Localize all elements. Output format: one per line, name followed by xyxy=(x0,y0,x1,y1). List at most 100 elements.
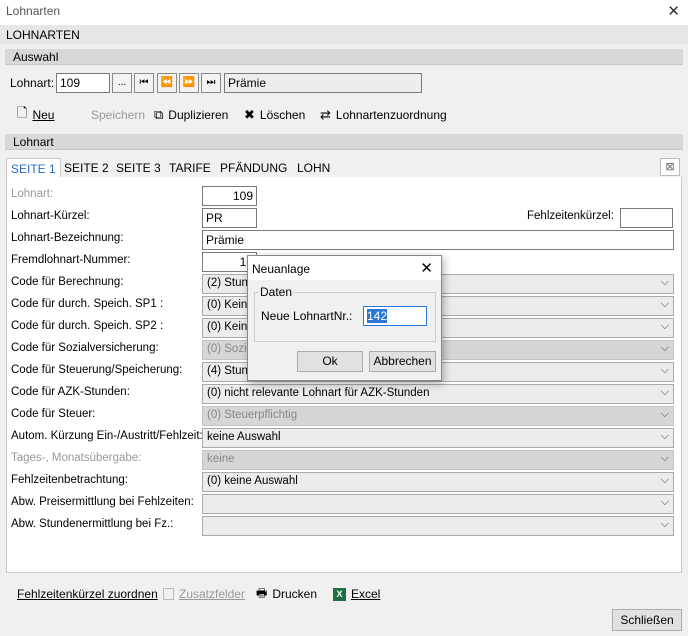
fehlzeiten-label: Fehlzeitenkürzel: xyxy=(527,210,614,222)
stundenermittlung-select[interactable]: ⌵ xyxy=(202,516,674,536)
loeschen-button[interactable]: ✖ Löschen xyxy=(244,106,305,124)
autom-kuerzung-select[interactable]: keine Auswahl ⌵ xyxy=(202,428,674,448)
ok-button[interactable]: Ok xyxy=(297,351,363,372)
chevron-down-icon: ⌵ xyxy=(660,342,669,354)
section-lohnart: Lohnart xyxy=(5,134,683,150)
neu-button[interactable]: 🗋 Neu xyxy=(17,105,55,124)
tab-seite-2[interactable]: SEITE 2 xyxy=(60,158,113,178)
neue-lohnartnr-label: Neue LohnartNr.: xyxy=(261,309,353,323)
section-title: Auswahl xyxy=(13,50,59,64)
bezeichnung-label: Lohnart-Bezeichnung: xyxy=(11,232,124,244)
chevron-down-icon: ⌵ xyxy=(660,474,669,486)
speichern-label: Speichern xyxy=(91,108,146,122)
speichern-button[interactable]: Speichern xyxy=(91,106,145,124)
section-title: Lohnart xyxy=(13,135,54,149)
first-record-icon[interactable]: ⏮ xyxy=(134,73,154,93)
chevron-down-icon: ⌵ xyxy=(660,430,669,442)
select-value: (0) keine Auswahl xyxy=(207,475,298,487)
row-label: Code für AZK-Stunden: xyxy=(11,386,130,398)
select-value: keine xyxy=(207,453,235,465)
window-title: Lohnarten xyxy=(6,4,61,18)
duplicate-icon: ⧉ xyxy=(154,107,164,122)
lohnartenzuordnung-label: Lohnartenzuordnung xyxy=(335,108,447,122)
lohnart-name-display: Prämie xyxy=(224,73,422,93)
printer-icon: 🖶 xyxy=(256,585,268,600)
neuanlage-dialog: Neuanlage ✕ Daten Neue LohnartNr.: 142 O… xyxy=(247,255,442,381)
chevron-down-icon: ⌵ xyxy=(660,518,669,530)
last-record-icon[interactable]: ⏭ xyxy=(201,73,221,93)
row-label: Code für Steuerung/Speicherung: xyxy=(11,364,183,376)
duplizieren-button[interactable]: ⧉ Duplizieren xyxy=(154,106,228,124)
tab-seite-3[interactable]: SEITE 3 xyxy=(112,158,165,178)
fehlzeitenkuerzel-zuordnen-button[interactable]: Fehlzeitenkürzel zuordnen xyxy=(17,585,158,603)
chevron-down-icon: ⌵ xyxy=(660,364,669,376)
section-auswahl: Auswahl xyxy=(5,49,683,65)
drucken-button[interactable]: 🖶 Drucken xyxy=(256,585,317,603)
kuerzel-label: Lohnart-Kürzel: xyxy=(11,210,90,222)
schliessen-button[interactable]: Schließen xyxy=(612,609,682,631)
next-record-icon[interactable]: ⏩ xyxy=(179,73,199,93)
page-header: LOHNARTEN xyxy=(0,24,688,44)
tab-tarife[interactable]: TARIFE xyxy=(165,158,215,178)
shuffle-icon: ⇄ xyxy=(320,107,331,122)
chevron-down-icon: ⌵ xyxy=(660,408,669,420)
close-icon[interactable]: ✕ xyxy=(420,259,433,277)
tab-seite-1[interactable]: SEITE 1 xyxy=(6,158,61,178)
neu-label: Neu xyxy=(32,108,55,122)
fehlzeiten-input[interactable] xyxy=(620,208,673,228)
form-lohnart-input[interactable]: 109 xyxy=(202,186,257,206)
code-steuer-select: (0) Steuerpflichtig ⌵ xyxy=(202,406,674,426)
chevron-down-icon: ⌵ xyxy=(660,386,669,398)
tab-pfaendung[interactable]: PFÄNDUNG xyxy=(216,158,291,178)
row-label: Tages-, Monatsübergabe: xyxy=(11,452,142,464)
fehlzeiten-zuordnen-label: Fehlzeitenkürzel zuordnen xyxy=(17,587,158,601)
previous-record-icon[interactable]: ⏪ xyxy=(157,73,177,93)
chevron-down-icon: ⌵ xyxy=(660,452,669,464)
tages-monatsuebergabe-select: keine ⌵ xyxy=(202,450,674,470)
new-document-icon: 🗋 xyxy=(17,105,28,120)
drucken-label: Drucken xyxy=(272,587,318,601)
title-bar: Lohnarten ✕ xyxy=(0,0,688,24)
close-icon[interactable]: ✕ xyxy=(667,2,680,20)
panel-close-icon[interactable]: ⊠ xyxy=(660,158,680,176)
chevron-down-icon: ⌵ xyxy=(660,276,669,288)
kuerzel-input[interactable]: PR xyxy=(202,208,257,228)
excel-label: Excel xyxy=(351,587,381,601)
excel-button[interactable]: X Excel xyxy=(333,585,380,603)
dialog-title-bar: Neuanlage ✕ xyxy=(248,256,441,280)
browse-button[interactable]: ... xyxy=(112,73,132,93)
loeschen-label: Löschen xyxy=(259,108,306,122)
duplizieren-label: Duplizieren xyxy=(168,108,229,122)
lohnartenzuordnung-button[interactable]: ⇄ Lohnartenzuordnung xyxy=(320,106,447,124)
group-title: Daten xyxy=(258,285,295,299)
row-label: Code für Berechnung: xyxy=(11,276,124,288)
row-label: Code für durch. Speich. SP2 : xyxy=(11,320,164,332)
fehlzeitenbetrachtung-select[interactable]: (0) keine Auswahl ⌵ xyxy=(202,472,674,492)
row-label: Code für durch. Speich. SP1 : xyxy=(11,298,164,310)
row-label: Fehlzeitenbetrachtung: xyxy=(11,474,128,486)
bezeichnung-input[interactable]: Prämie xyxy=(202,230,674,250)
abbrechen-button[interactable]: Abbrechen xyxy=(369,351,436,372)
lohnart-number-input[interactable]: 109 xyxy=(56,73,110,93)
zusatzfelder-label: Zusatzfelder xyxy=(179,587,246,601)
form-lohnart-label: Lohnart: xyxy=(11,188,54,200)
row-label: Autom. Kürzung Ein-/Austritt/Fehlzeit: xyxy=(11,430,203,442)
chevron-down-icon: ⌵ xyxy=(660,320,669,332)
chevron-down-icon: ⌵ xyxy=(660,298,669,310)
select-value: (0) nicht relevante Lohnart für AZK-Stun… xyxy=(207,387,430,399)
zusatzfelder-button[interactable]: Zusatzfelder xyxy=(163,585,245,603)
dialog-title: Neuanlage xyxy=(252,262,311,276)
selected-value: 142 xyxy=(367,309,388,323)
row-label: Abw. Preisermittlung bei Fehlzeiten: xyxy=(11,496,194,508)
code-azk-select[interactable]: (0) nicht relevante Lohnart für AZK-Stun… xyxy=(202,384,674,404)
preisermittlung-select[interactable]: ⌵ xyxy=(202,494,674,514)
row-label: Abw. Stundenermittlung bei Fz.: xyxy=(11,518,174,530)
select-value: (0) Steuerpflichtig xyxy=(207,409,298,421)
checkbox-icon xyxy=(163,588,174,600)
delete-x-icon: ✖ xyxy=(244,107,255,122)
select-value: keine Auswahl xyxy=(207,431,281,443)
fremd-label: Fremdlohnart-Nummer: xyxy=(11,254,131,266)
row-label: Code für Sozialversicherung: xyxy=(11,342,159,354)
neue-lohnartnr-input[interactable]: 142 xyxy=(363,306,427,326)
tab-lohn[interactable]: LOHN xyxy=(293,158,334,178)
